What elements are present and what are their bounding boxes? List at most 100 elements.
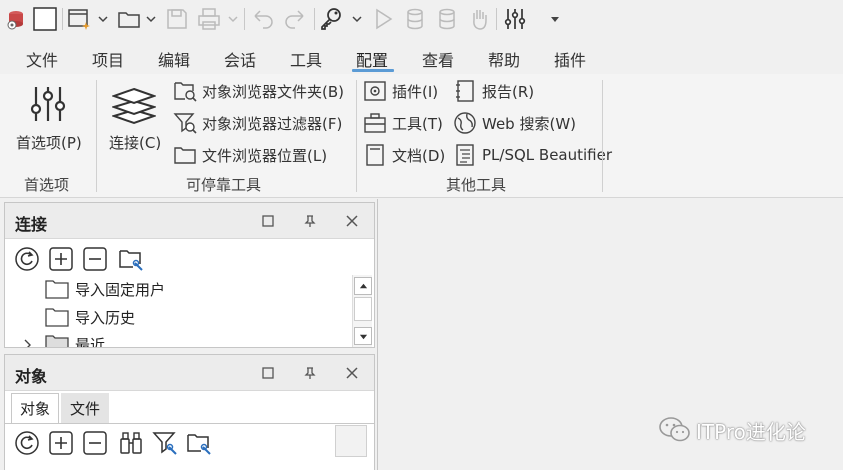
add-icon[interactable] [47,429,75,457]
remove-icon[interactable] [81,245,109,273]
connection-panel-header: 连接 [5,203,374,239]
tab-objects[interactable]: 对象 [11,393,59,423]
preferences-sliders-icon [28,84,68,124]
tab-edit[interactable]: 编辑 [158,47,190,71]
ribbon-divider [356,80,357,192]
tab-plugins[interactable]: 插件 [554,47,586,71]
scroll-thumb[interactable] [354,297,372,321]
chevron-right-icon[interactable] [19,336,39,347]
add-icon[interactable] [47,245,75,273]
plugin-gear-icon [362,78,388,104]
customize-toolbar-dropdown[interactable] [550,12,560,24]
scroll-up-arrow-icon[interactable] [354,277,372,295]
tree-clip: 最近 [5,331,349,347]
tree-item-recent[interactable]: 最近 [19,331,105,347]
reports-label: 报告(R) [482,82,535,101]
folder-icon [45,278,69,300]
folder-icon [172,142,198,168]
toolbox-icon [362,110,388,136]
object-browser-filters-item[interactable]: 对象浏览器过滤器(F) [172,109,342,137]
document-icon [362,142,388,168]
object-browser-folders-item[interactable]: 对象浏览器文件夹(B) [172,77,344,105]
folder-settings-icon[interactable] [185,429,213,457]
filter-settings-icon[interactable] [151,429,179,457]
file-browser-locations-item[interactable]: 文件浏览器位置(L) [172,141,327,169]
tab-file[interactable]: 文件 [26,47,58,71]
print-icon[interactable] [196,6,222,32]
plugins-item[interactable]: 插件(I) [362,77,438,105]
connection-label: 连接(C) [109,134,162,152]
tab-configure[interactable]: 配置 [356,47,388,71]
preferences-label: 首选项(P) [16,134,82,152]
object-browser-folders-label: 对象浏览器文件夹(B) [202,82,344,101]
plsql-beautifier-item[interactable]: PL/SQL Beautifier [452,141,612,169]
object-panel-title: 对象 [15,367,48,386]
rollback-icon[interactable] [434,6,460,32]
open-folder-icon[interactable] [116,6,142,32]
blank-button[interactable] [335,425,367,457]
redo-icon[interactable] [282,6,308,32]
reports-item[interactable]: 报告(R) [452,77,534,105]
save-icon[interactable] [164,6,190,32]
chevron-down-icon[interactable] [228,12,238,24]
folder-search-icon [172,78,198,104]
tab-session[interactable]: 会话 [224,47,256,71]
wechat-icon [658,415,692,445]
object-panel-header: 对象 [5,355,374,391]
app-logo-icon [4,6,30,32]
ribbon: 首选项(P) 首选项 连接(C) 对象浏览器文件夹(B) 对象浏览器过滤器(F)… [0,74,843,198]
tab-help[interactable]: 帮助 [488,47,520,71]
maximize-icon[interactable] [259,212,277,230]
stop-hand-icon[interactable] [466,6,492,32]
file-browser-locations-label: 文件浏览器位置(L) [202,146,328,165]
pin-icon[interactable] [301,212,319,230]
watermark-text: ITPro进化论 [696,419,806,444]
connection-panel: 连接 导入固定用户 导入历史 最近 [4,202,375,348]
chevron-down-icon[interactable] [98,12,108,24]
tree-item-label: 导入固定用户 [75,280,166,299]
close-icon[interactable] [343,364,361,382]
close-icon[interactable] [343,212,361,230]
refresh-icon[interactable] [13,429,41,457]
report-notebook-icon [452,78,478,104]
folder-icon [45,333,69,347]
toolbar-divider [244,8,245,30]
filter-search-icon [172,110,198,136]
folder-settings-icon[interactable] [117,245,145,273]
object-browser-filters-label: 对象浏览器过滤器(F) [202,114,343,133]
preferences-sliders-icon[interactable] [502,6,528,32]
undo-icon[interactable] [250,6,276,32]
new-window-icon[interactable] [32,6,58,32]
connection-button[interactable]: 连接(C) [106,80,166,160]
scroll-down-arrow-icon[interactable] [354,327,372,345]
group-title-preferences: 首选项 [24,176,70,194]
vertical-scrollbar[interactable] [352,275,372,347]
web-search-item[interactable]: Web 搜索(W) [452,109,576,137]
tree-item-label: 导入历史 [75,308,136,327]
remove-icon[interactable] [81,429,109,457]
refresh-icon[interactable] [13,245,41,273]
tab-project[interactable]: 项目 [92,47,124,71]
editor-workspace: ITPro进化论 [377,199,843,470]
quick-access-toolbar [0,0,843,38]
tab-tools[interactable]: 工具 [290,47,322,71]
new-file-icon[interactable] [66,6,92,32]
commit-icon[interactable] [402,6,428,32]
tools-item[interactable]: 工具(T) [362,109,443,137]
key-icon[interactable] [318,6,344,32]
binoculars-icon[interactable] [117,429,145,457]
maximize-icon[interactable] [259,364,277,382]
tab-view[interactable]: 查看 [422,47,454,71]
run-icon[interactable] [370,6,396,32]
documents-item[interactable]: 文档(D) [362,141,445,169]
layers-icon [110,86,158,126]
pin-icon[interactable] [301,364,319,382]
chevron-down-icon[interactable] [352,12,362,24]
preferences-button[interactable]: 首选项(P) [14,80,84,160]
web-search-label: Web 搜索(W) [482,114,577,133]
tab-files[interactable]: 文件 [61,393,109,423]
chevron-down-icon[interactable] [146,12,156,24]
tree-item-import-fixed-users[interactable]: 导入固定用户 [45,276,165,302]
tools-label: 工具(T) [392,114,443,133]
tree-item-import-history[interactable]: 导入历史 [45,304,135,330]
